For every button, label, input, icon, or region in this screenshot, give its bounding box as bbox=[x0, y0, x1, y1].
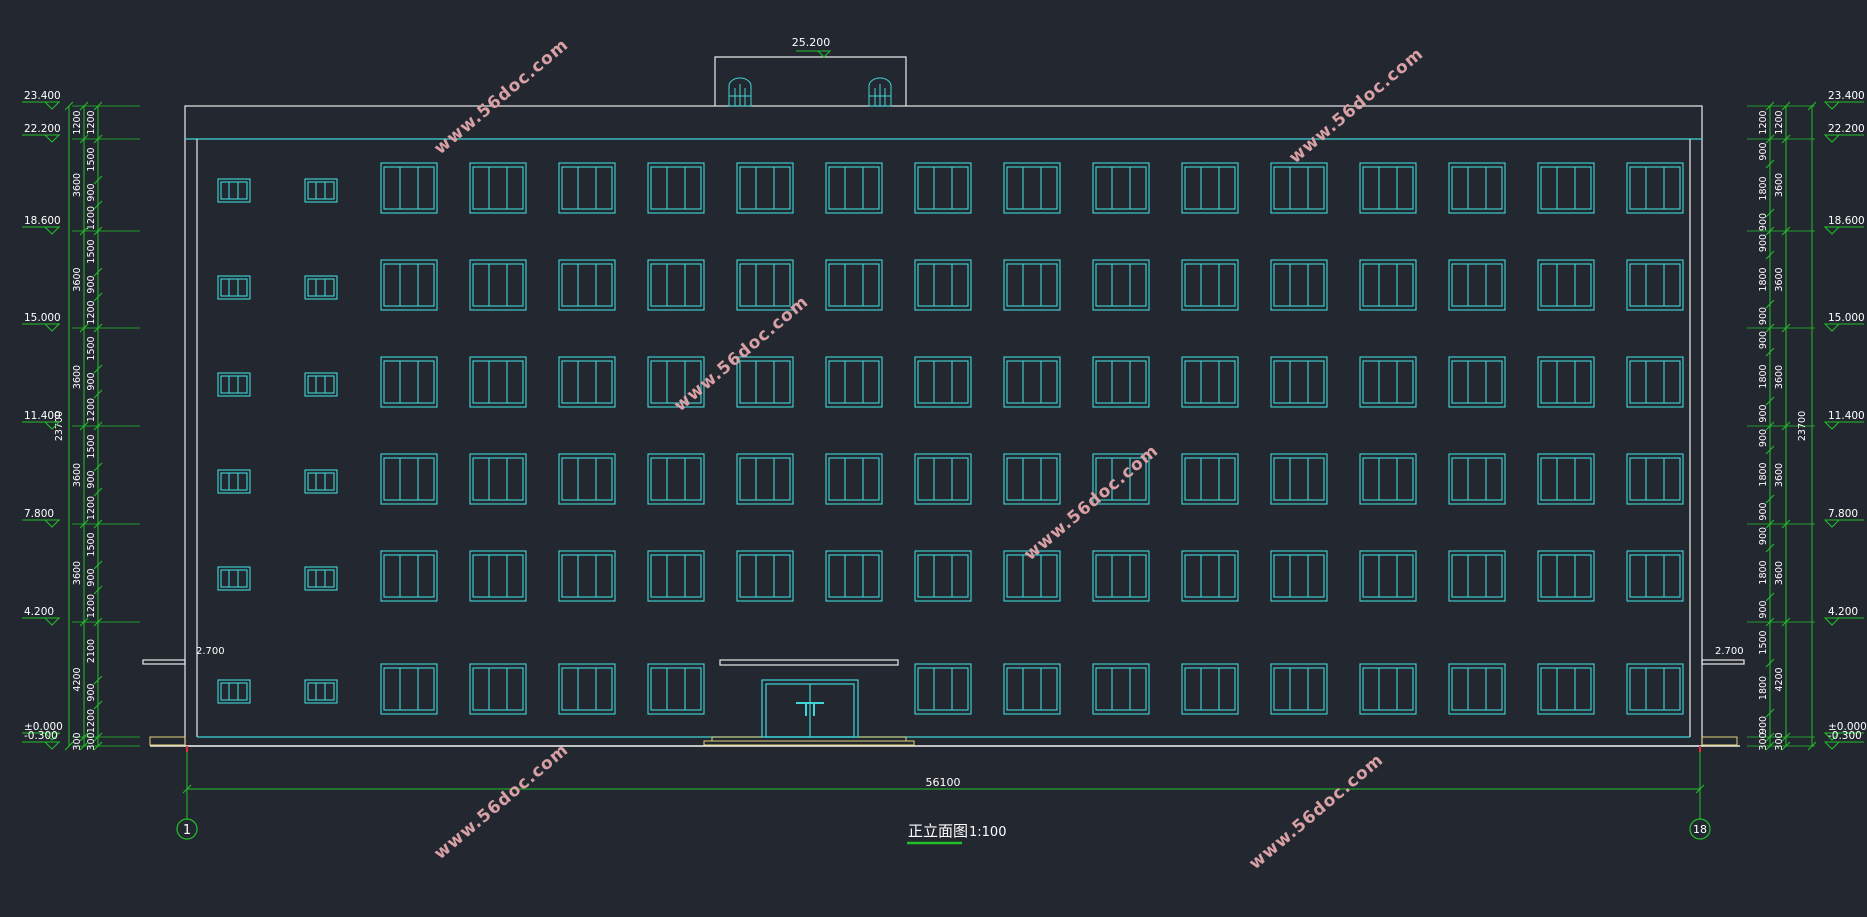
canopy-right-elevation: 2.700 bbox=[1715, 646, 1744, 657]
dimension-label: 1800 bbox=[1758, 176, 1769, 200]
elevation-label: 15.000 bbox=[24, 312, 61, 324]
elevation-label: 4.200 bbox=[1828, 606, 1858, 618]
dimension-label: 3600 bbox=[1774, 561, 1785, 585]
dimension-label: 1500 bbox=[86, 434, 97, 458]
dimension-label: 900 bbox=[1758, 429, 1769, 447]
elevation-label: 7.800 bbox=[1828, 508, 1858, 520]
dimension-label: 1200 bbox=[86, 709, 97, 733]
elevation-label: 22.200 bbox=[1828, 123, 1865, 135]
dimension-label: 900 bbox=[86, 275, 97, 293]
dimension-label: 900 bbox=[1758, 600, 1769, 618]
dimension-label: 900 bbox=[86, 568, 97, 586]
dimension-label: 300 bbox=[86, 732, 97, 750]
dimension-label: 1200 bbox=[86, 496, 97, 520]
elevation-drawing: 1200 1500 900 1200 1500 900 1200 1500 900 1200 150… bbox=[0, 0, 1867, 917]
overall-width-label: 56100 bbox=[926, 776, 961, 789]
dimension-label: 3600 bbox=[1774, 365, 1785, 389]
elevation-label: 15.000 bbox=[1828, 312, 1865, 324]
canopy-left-elevation: 2.700 bbox=[196, 646, 225, 657]
dimension-label: 900 bbox=[1758, 404, 1769, 422]
dimension-label: 1200 bbox=[86, 398, 97, 422]
dimension-label: 3600 bbox=[1774, 463, 1785, 487]
dimension-label: 3600 bbox=[72, 365, 83, 389]
dimension-label: 300 bbox=[72, 732, 83, 750]
drawing-title: 正立面图 bbox=[908, 822, 968, 840]
dimension-label: 1500 bbox=[86, 147, 97, 171]
dimension-label: 900 bbox=[86, 183, 97, 201]
dimension-label: 900 bbox=[86, 372, 97, 390]
dimension-label: 3600 bbox=[72, 463, 83, 487]
elevation-label: 23.400 bbox=[1828, 90, 1865, 102]
elevation-label: -0.300 bbox=[1828, 730, 1862, 742]
dimension-label: 300 bbox=[1758, 732, 1769, 750]
dimension-label: 1200 bbox=[86, 206, 97, 230]
elevation-label: 18.600 bbox=[24, 215, 61, 227]
axis-label-start: 1 bbox=[183, 823, 191, 838]
dimension-label: 900 bbox=[1758, 234, 1769, 252]
dimension-label: 900 bbox=[1758, 213, 1769, 231]
dimension-label: 1200 bbox=[86, 110, 97, 134]
dimension-label: 1500 bbox=[86, 239, 97, 263]
drawing-scale: 1:100 bbox=[969, 825, 1006, 840]
dimension-label: 1200 bbox=[86, 594, 97, 618]
axis-label-end: 18 bbox=[1693, 823, 1707, 836]
elevation-label: 18.600 bbox=[1828, 215, 1865, 227]
elevation-label: 22.200 bbox=[24, 123, 61, 135]
elevation-label: 11.400 bbox=[1828, 410, 1865, 422]
dimension-label: 1200 bbox=[1758, 110, 1769, 134]
dimension-label: 900 bbox=[1758, 716, 1769, 734]
elevation-label: 23.400 bbox=[24, 90, 61, 102]
dimension-label: 900 bbox=[1758, 307, 1769, 325]
elevation-label: 4.200 bbox=[24, 606, 54, 618]
dimension-label: 1800 bbox=[1758, 560, 1769, 584]
dimension-label: 2100 bbox=[86, 639, 97, 663]
dimension-label: 1800 bbox=[1758, 462, 1769, 486]
elevation-label: 7.800 bbox=[24, 508, 54, 520]
dimension-label: 3600 bbox=[72, 173, 83, 197]
dimension-label: 1500 bbox=[86, 532, 97, 556]
dimension-label: 900 bbox=[86, 470, 97, 488]
dimension-label: 3600 bbox=[1774, 267, 1785, 291]
dimension-label: 900 bbox=[1758, 502, 1769, 520]
dimension-label: 900 bbox=[1758, 142, 1769, 160]
elevation-label: 11.400 bbox=[24, 410, 61, 422]
dimension-label: 900 bbox=[1758, 527, 1769, 545]
dimension-label: 1800 bbox=[1758, 676, 1769, 700]
dimension-label: 900 bbox=[1758, 331, 1769, 349]
dimension-label: 1500 bbox=[1758, 630, 1769, 654]
roof-elevation-label: 25.200 bbox=[792, 36, 831, 49]
dimension-label: 3600 bbox=[72, 267, 83, 291]
dimension-label: 300 bbox=[1774, 732, 1785, 750]
dimension-label: 3600 bbox=[72, 561, 83, 585]
dimension-label: 3600 bbox=[1774, 173, 1785, 197]
dimension-label: 1200 bbox=[1774, 110, 1785, 134]
dimension-label: 1200 bbox=[72, 110, 83, 134]
dimension-label: 900 bbox=[86, 683, 97, 701]
dimension-label: 4200 bbox=[1774, 667, 1785, 691]
dimension-label: 1800 bbox=[1758, 364, 1769, 388]
dimension-label: 1200 bbox=[86, 300, 97, 324]
elevation-label: -0.300 bbox=[24, 730, 58, 742]
dimension-label: 1500 bbox=[86, 336, 97, 360]
dimension-label: 4200 bbox=[72, 667, 83, 691]
total-height-label: 23700 bbox=[1797, 411, 1808, 441]
dimension-label: 1800 bbox=[1758, 267, 1769, 291]
